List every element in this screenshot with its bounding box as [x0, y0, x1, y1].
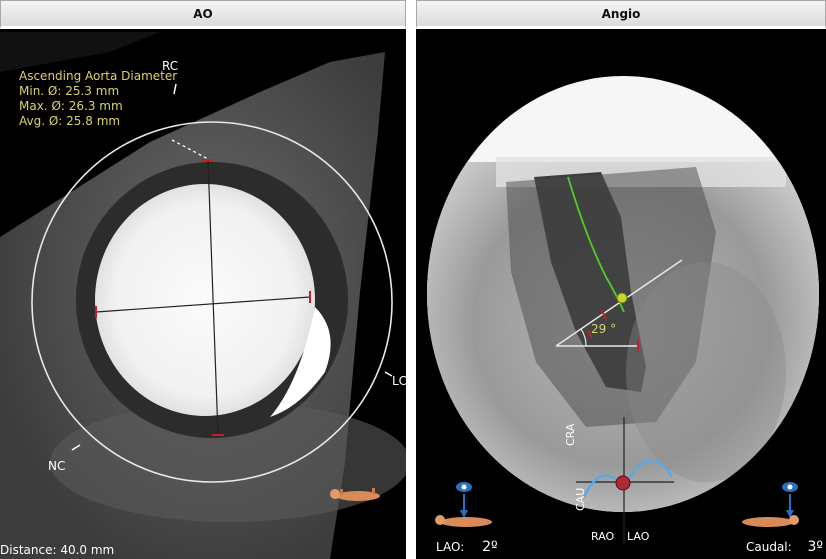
measurement-max: Max. Ø: 26.3 mm — [19, 99, 123, 113]
angio-panel-header: Angio — [416, 0, 826, 29]
caudal-patient-icon — [742, 482, 799, 527]
angio-viewport[interactable]: 29 ° CRA CAU RAO LAO LAO: 2º Caudal: 3º — [416, 32, 826, 559]
lao-patient-icon — [435, 482, 492, 527]
angio-shadow — [626, 262, 786, 482]
aortic-lumen — [95, 184, 315, 416]
label-lc: LC — [392, 374, 406, 388]
label-rc: RC — [162, 59, 179, 73]
angio-image[interactable] — [416, 32, 826, 559]
lc-tick — [384, 371, 393, 377]
orientation-rao: RAO — [591, 530, 615, 543]
lao-readout: LAO: 2º — [436, 540, 498, 555]
ao-panel-header: AO — [0, 0, 406, 29]
lao-label: LAO: — [436, 540, 465, 554]
measurement-avg: Avg. Ø: 25.8 mm — [19, 114, 121, 128]
label-nc: NC — [48, 459, 66, 473]
distance-readout: Distance: 40.0 mm — [0, 543, 115, 557]
caudal-label: Caudal: — [746, 540, 792, 554]
measurement-heading: Ascending Aorta Diameter — [19, 69, 178, 83]
orientation-cra: CRA — [564, 423, 577, 446]
angio-panel[interactable]: Angio 29 ° CRA CAU RAO LAO LAO: 2º Cauda… — [416, 0, 826, 559]
ao-panel-title: AO — [193, 6, 213, 21]
ao-viewport[interactable]: Ascending Aorta Diameter Min. Ø: 25.3 mm… — [0, 32, 406, 559]
lao-value: 2º — [482, 539, 498, 555]
caudal-value: 3º — [807, 539, 824, 555]
caudal-readout: Caudal: 3º — [746, 540, 823, 555]
angle-value: 29 ° — [591, 322, 617, 336]
centerline-point[interactable] — [616, 292, 628, 304]
orientation-lao: LAO — [627, 530, 650, 543]
ct-slab-top — [0, 32, 160, 72]
measurement-min: Min. Ø: 25.3 mm — [19, 84, 120, 98]
measurement-overlay: Ascending Aorta Diameter Min. Ø: 25.3 mm… — [19, 69, 177, 129]
orientation-cau: CAU — [574, 487, 587, 511]
ao-panel[interactable]: AO Ascending Aorta Diameter Min. Ø: 25.3… — [0, 0, 406, 559]
angio-panel-title: Angio — [601, 6, 641, 21]
carm-center-knob[interactable] — [615, 475, 631, 491]
